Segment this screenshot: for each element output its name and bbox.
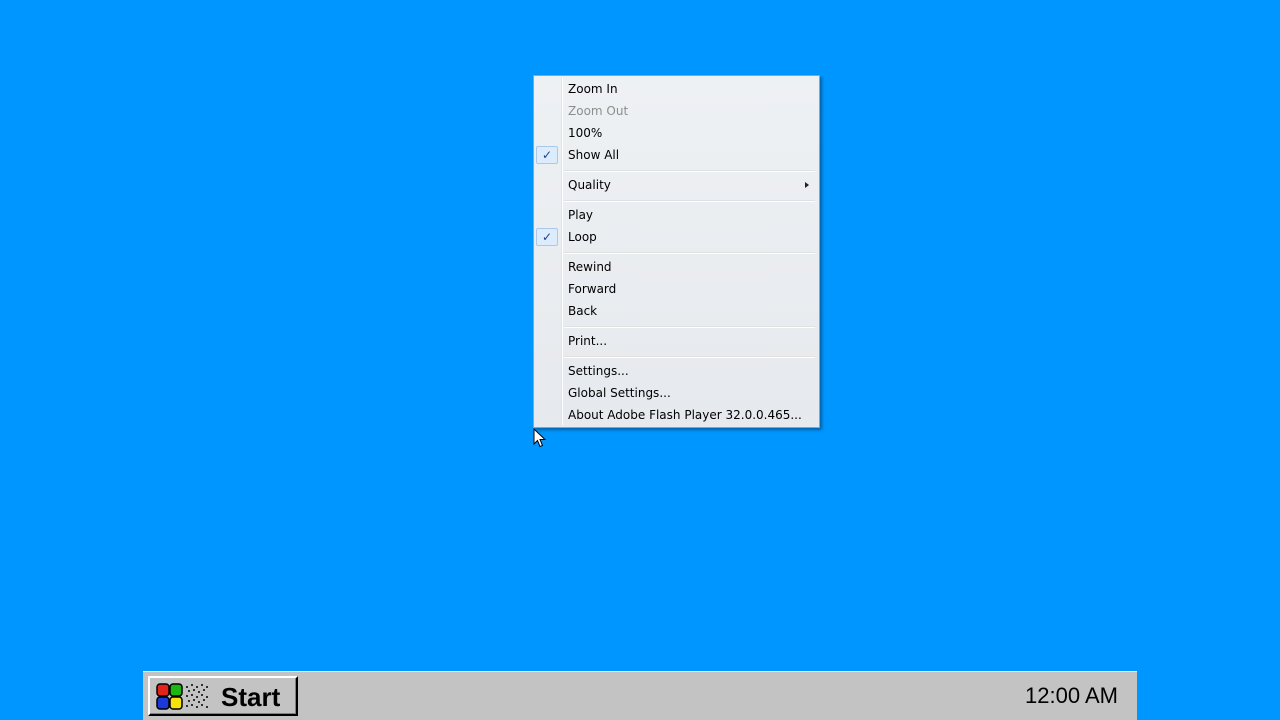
flash-context-menu: Zoom In Zoom Out 100% ✓ Show All Quality… [533,75,820,428]
mouse-pointer-icon [533,428,547,448]
menu-separator [564,200,815,202]
menu-separator [564,326,815,328]
menu-item-print[interactable]: Print... [536,330,817,352]
menu-item-label: Global Settings... [568,386,671,400]
menu-item-settings[interactable]: Settings... [536,360,817,382]
menu-separator [564,356,815,358]
desktop[interactable]: Zoom In Zoom Out 100% ✓ Show All Quality… [0,0,1280,720]
menu-item-label: Print... [568,334,608,348]
menu-item-zoom-out: Zoom Out [536,100,817,122]
menu-item-about-flash-player[interactable]: About Adobe Flash Player 32.0.0.465... [536,404,817,426]
menu-item-forward[interactable]: Forward [536,278,817,300]
menu-item-quality[interactable]: Quality [536,174,817,196]
taskbar: Start 12:00 AM [143,671,1137,720]
menu-item-label: Quality [568,178,611,192]
submenu-arrow-icon [805,182,809,188]
menu-item-label: Play [568,208,594,222]
menu-item-play[interactable]: Play [536,204,817,226]
start-button-label: Start [221,682,281,712]
menu-item-label: Zoom In [568,82,618,96]
menu-item-100-percent[interactable]: 100% [536,122,817,144]
menu-item-label: 100% [568,126,603,140]
menu-item-global-settings[interactable]: Global Settings... [536,382,817,404]
checkmark-icon: ✓ [536,228,558,246]
taskbar-clock[interactable]: 12:00 AM [1025,682,1118,710]
menu-item-label: Forward [568,282,617,296]
menu-item-back[interactable]: Back [536,300,817,322]
menu-item-loop[interactable]: ✓ Loop [536,226,817,248]
menu-separator [564,252,815,254]
menu-item-rewind[interactable]: Rewind [536,256,817,278]
menu-item-zoom-in[interactable]: Zoom In [536,78,817,100]
menu-item-label: Zoom Out [568,104,629,118]
menu-item-label: Back [568,304,598,318]
menu-item-label: Loop [568,230,597,244]
menu-item-label: Rewind [568,260,612,274]
checkmark-icon: ✓ [536,146,558,164]
menu-item-label: About Adobe Flash Player 32.0.0.465... [568,408,802,422]
menu-item-label: Settings... [568,364,629,378]
menu-item-label: Show All [568,148,620,162]
menu-separator [564,170,815,172]
menu-item-show-all[interactable]: ✓ Show All [536,144,817,166]
start-button[interactable]: Start [148,676,298,716]
windows-flag-logo-icon [156,683,208,710]
